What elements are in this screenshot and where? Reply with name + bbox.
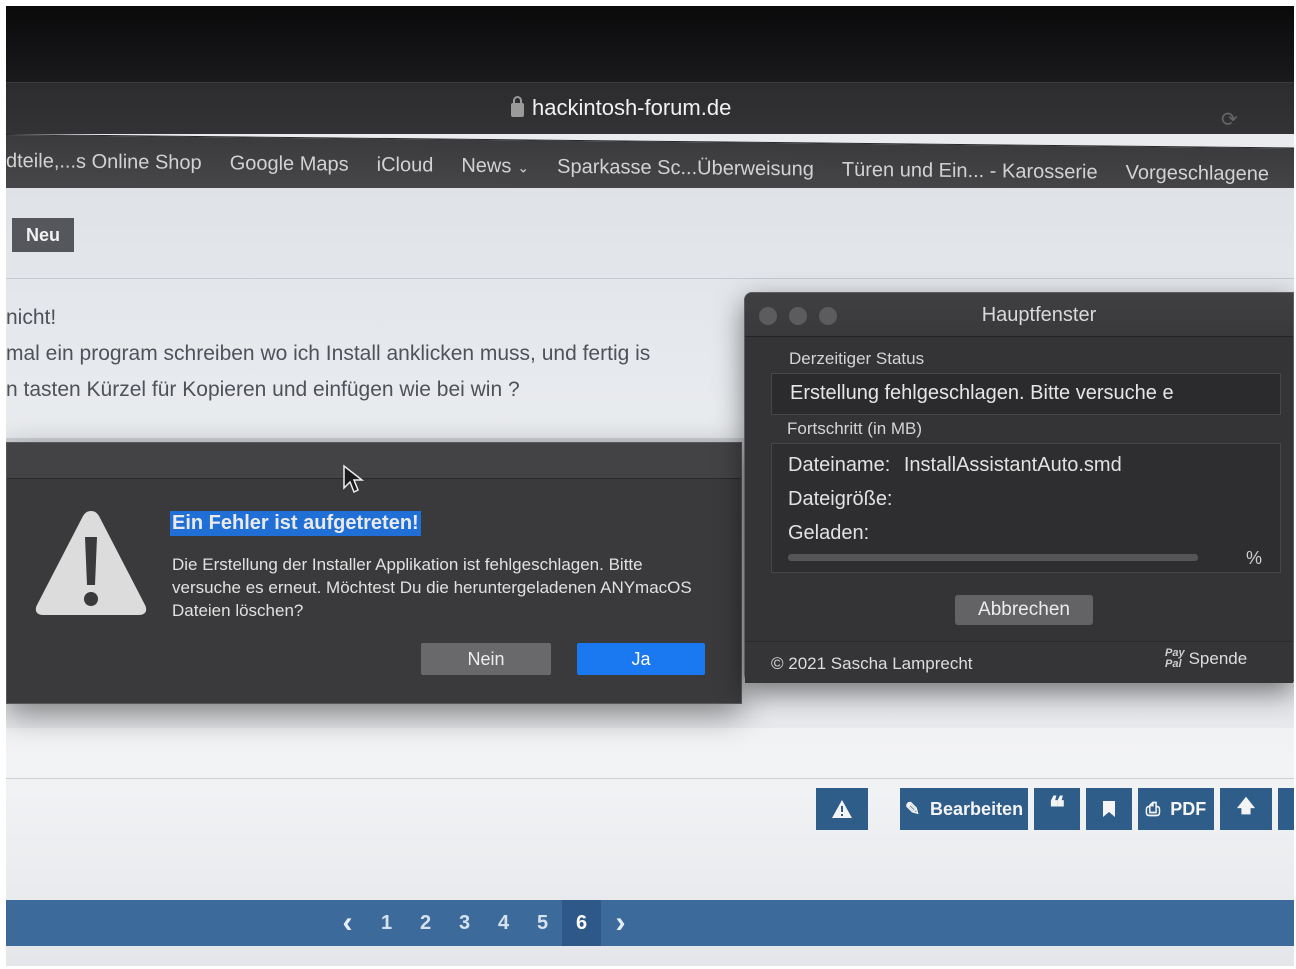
bookmark-tueren[interactable]: Türen und Ein... - Karosserie	[828, 159, 1112, 185]
post-text: nicht! mal ein program schreiben wo ich …	[6, 300, 650, 408]
post-line: nicht!	[6, 306, 57, 329]
divider	[6, 778, 1294, 779]
report-button[interactable]	[816, 788, 868, 830]
progress-box: Dateiname: InstallAssistantAuto.smd Date…	[771, 443, 1281, 573]
pencil-icon: ✎	[904, 798, 921, 819]
percent-label: %	[1246, 548, 1263, 568]
bookmark-news-folder[interactable]: News ⌄	[447, 155, 543, 179]
bookmark-google-maps[interactable]: Google Maps	[216, 152, 363, 177]
filename-row: Dateiname: InstallAssistantAuto.smd	[788, 454, 1122, 477]
copyright-text: © 2021 Sascha Lamprecht	[771, 654, 973, 673]
new-badge: Neu	[12, 218, 74, 252]
post-line: mal ein program schreiben wo ich Install…	[6, 342, 651, 365]
window-titlebar: Hauptfenster	[745, 293, 1293, 337]
print-pdf-button[interactable]: ⎙ PDF	[1138, 788, 1214, 830]
no-button[interactable]: Nein	[421, 643, 551, 675]
donate-button[interactable]: Pay Pal Spende	[1165, 648, 1247, 670]
window-footer: © 2021 Sascha Lamprecht Pay Pal Spende	[745, 641, 1293, 683]
url-text: hackintosh-forum.de	[532, 95, 732, 120]
browser-titlebar: hackintosh-forum.de ⟳	[6, 82, 1294, 134]
dialog-message: Die Erstellung der Installer Applikation…	[172, 555, 692, 620]
arrow-up-icon: 🡅	[1236, 796, 1256, 816]
main-window: Hauptfenster Derzeitiger Status Erstellu…	[744, 292, 1294, 683]
error-dialog: Ein Fehler ist aufgetreten! Die Erstellu…	[6, 442, 742, 704]
paypal-icon: Pay Pal	[1165, 648, 1185, 670]
bookmark-news-label: News	[461, 154, 512, 178]
more-button[interactable]	[1278, 788, 1294, 830]
lock-icon	[511, 96, 524, 117]
monitor-bezel	[6, 6, 1294, 88]
scroll-top-button[interactable]: 🡅	[1220, 788, 1272, 830]
donate-label: Spende	[1188, 649, 1248, 668]
address-bar[interactable]: hackintosh-forum.de	[511, 91, 731, 125]
post-actions-left	[816, 788, 868, 832]
quote-button[interactable]: ❝	[1034, 788, 1080, 830]
progress-bar	[788, 554, 1198, 561]
bookmark-vorgeschlagene[interactable]: Vorgeschlagene	[1112, 162, 1283, 187]
loaded-label: Geladen:	[788, 522, 870, 544]
chevron-down-icon: ⌄	[517, 159, 530, 176]
quote-icon: ❝	[1048, 792, 1066, 825]
page-link[interactable]: 3	[445, 900, 484, 946]
print-icon: ⎙	[1145, 798, 1161, 819]
paypal-bottom: Pal	[1165, 658, 1182, 670]
cancel-button[interactable]: Abbrechen	[955, 595, 1093, 625]
bookmark-icon	[1103, 801, 1115, 817]
window-title: Hauptfenster	[981, 304, 1097, 326]
bookmark-online-shop[interactable]: dteile,...s Online Shop	[6, 150, 216, 175]
filename-value: InstallAssistantAuto.smd	[903, 454, 1122, 476]
mouse-pointer-icon	[343, 464, 364, 494]
dialog-title: Ein Fehler ist aufgetreten!	[170, 511, 421, 536]
bookmark-button[interactable]	[1086, 788, 1132, 830]
pagination-bar: ‹ 1 2 3 4 5 6 ›	[6, 900, 1294, 946]
page-link[interactable]: 4	[484, 900, 523, 946]
dialog-titlebar	[7, 443, 741, 479]
edit-label: Bearbeiten	[930, 798, 1024, 819]
warning-icon	[832, 800, 852, 818]
bookmark-sparkasse[interactable]: Sparkasse Sc...Überweisung	[543, 156, 828, 182]
status-label: Derzeitiger Status	[789, 349, 925, 368]
filesize-label: Dateigröße:	[788, 488, 893, 510]
prev-page-icon[interactable]: ‹	[328, 900, 367, 946]
page-link[interactable]: 2	[406, 900, 445, 946]
screen-photo: hackintosh-forum.de ⟳ dteile,...s Online…	[6, 6, 1294, 966]
post-actions: ✎ Bearbeiten ❝ ⎙ PDF 🡅	[900, 788, 1294, 832]
post-line: n tasten Kürzel für Kopieren und einfüge…	[6, 378, 520, 401]
warning-icon	[35, 511, 147, 615]
edit-button[interactable]: ✎ Bearbeiten	[900, 788, 1028, 830]
bookmark-icloud[interactable]: iCloud	[363, 154, 448, 178]
filename-label: Dateiname:	[788, 454, 891, 476]
current-page[interactable]: 6	[562, 900, 601, 946]
divider	[6, 278, 1294, 279]
yes-button[interactable]: Ja	[577, 643, 705, 675]
progress-label: Fortschritt (in MB)	[787, 419, 923, 438]
reload-icon[interactable]: ⟳	[1221, 107, 1238, 132]
next-page-icon[interactable]: ›	[601, 900, 640, 946]
pdf-label: PDF	[1170, 798, 1207, 819]
status-field: Erstellung fehlgeschlagen. Bitte versuch…	[771, 373, 1281, 415]
page-link[interactable]: 5	[523, 900, 562, 946]
page-link[interactable]: 1	[367, 900, 406, 946]
